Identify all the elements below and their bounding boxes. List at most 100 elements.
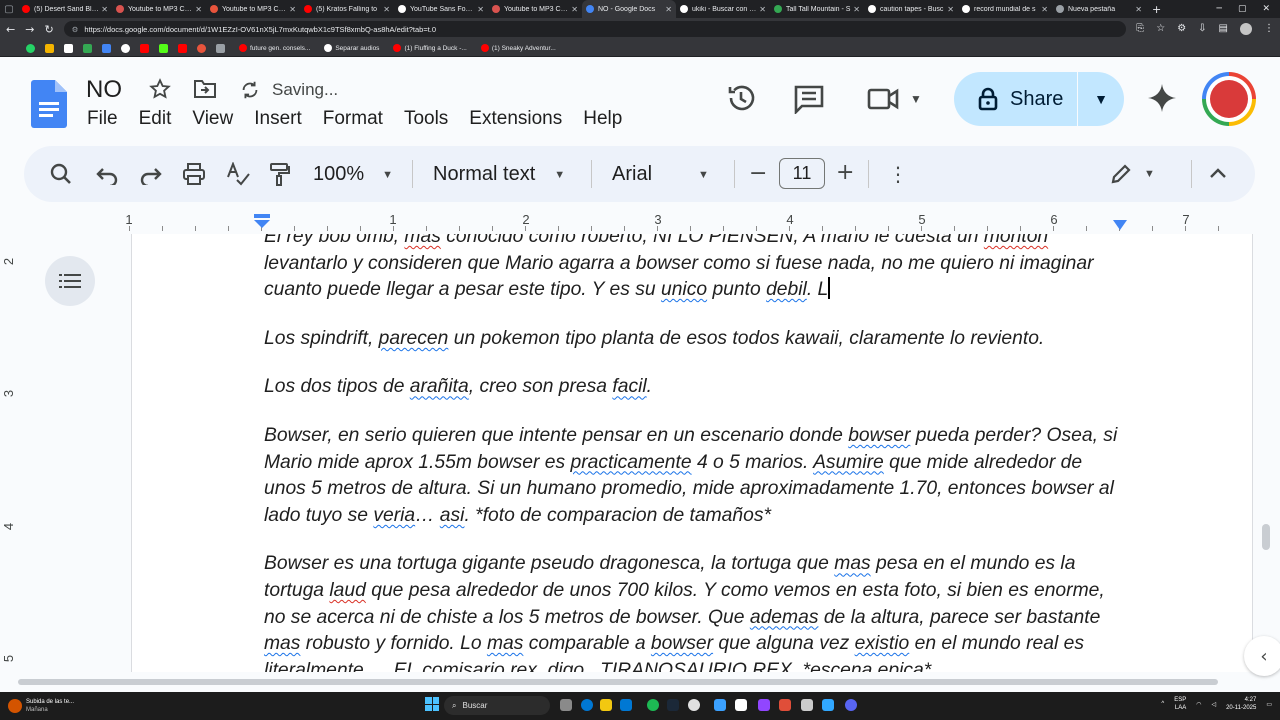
paragraph[interactable]: Los spindrift, parecen un pokemon tipo p… — [264, 326, 1124, 353]
tab-close-icon[interactable]: ✕ — [383, 5, 390, 14]
font-family-select[interactable]: Arial ▼ — [612, 163, 709, 186]
star-bookmark-icon[interactable] — [45, 43, 54, 53]
tab-close-icon[interactable]: ✕ — [853, 5, 860, 14]
menu-format[interactable]: Format — [323, 108, 383, 130]
spotify-icon[interactable] — [647, 699, 659, 711]
misspelled-word[interactable]: debil — [766, 279, 807, 300]
capcut-icon[interactable] — [735, 699, 747, 711]
spellcheck-icon[interactable] — [226, 162, 250, 186]
star-icon[interactable] — [149, 78, 171, 100]
chrome-icon[interactable] — [688, 699, 700, 711]
window-menu-icon[interactable]: ▢ — [0, 0, 18, 18]
misspelled-word[interactable]: existio — [855, 633, 910, 654]
maximize-icon[interactable]: ▢ — [1238, 4, 1247, 14]
cast-icon[interactable]: ⎘ — [1136, 23, 1144, 35]
more-options-icon[interactable]: ⋮ — [888, 162, 908, 186]
font-size-input[interactable]: 11 — [779, 158, 825, 189]
docs-bookmark-icon[interactable] — [102, 43, 111, 53]
bookmark-item[interactable]: (1) Fluffing a Duck -... — [393, 44, 467, 52]
converter-bookmark-icon[interactable] — [197, 43, 206, 53]
notifications-icon[interactable]: ▭ — [1266, 701, 1272, 708]
tab-close-icon[interactable]: ✕ — [1041, 5, 1048, 14]
misspelled-word[interactable]: bowser — [848, 425, 910, 446]
forward-icon[interactable]: → — [25, 23, 34, 36]
task-view-icon[interactable] — [560, 699, 572, 711]
horizontal-ruler[interactable]: 1 1 2 3 4 5 6 7 — [0, 206, 1280, 234]
steam-icon[interactable] — [667, 699, 679, 711]
misspelled-word[interactable]: bowser — [651, 633, 713, 654]
tray-chevron-icon[interactable]: ^ — [1161, 701, 1164, 707]
document-title[interactable]: NO — [86, 76, 122, 104]
redo-icon[interactable] — [140, 165, 162, 185]
browser-profile-avatar[interactable] — [1240, 23, 1252, 35]
version-history-icon[interactable] — [725, 82, 757, 114]
user-avatar[interactable] — [1202, 72, 1256, 126]
misspelled-word[interactable]: unico — [661, 279, 707, 300]
misspelled-word[interactable]: mas — [834, 553, 870, 574]
vertical-scroll-thumb[interactable] — [1262, 524, 1270, 550]
menu-insert[interactable]: Insert — [254, 108, 302, 130]
editing-mode-caret-icon[interactable]: ▼ — [1144, 168, 1155, 180]
meet-caret-icon[interactable]: ▼ — [910, 92, 922, 106]
app-icon[interactable] — [779, 699, 791, 711]
docs-logo-icon[interactable] — [31, 80, 67, 128]
paragraph[interactable]: Bowser, en serio quieren que intente pen… — [264, 423, 1124, 529]
reload-icon[interactable]: ↻ — [44, 23, 53, 36]
misspelled-word[interactable]: veria — [373, 505, 415, 526]
paragraph[interactable]: Los dos tipos de arañita, creo son presa… — [264, 374, 1124, 401]
document-page[interactable]: El rey bob omb, mas conocido como robert… — [131, 234, 1253, 672]
browser-tab[interactable]: (5) Desert Sand Blow ✕ — [18, 0, 112, 18]
editing-mode-pencil-icon[interactable] — [1110, 163, 1132, 185]
menu-help[interactable]: Help — [583, 108, 622, 130]
new-tab-icon[interactable]: + — [1152, 3, 1161, 16]
paint-format-icon[interactable] — [268, 162, 290, 186]
browser-tab[interactable]: ukiki - Buscar con Go ✕ — [676, 0, 770, 18]
weather-widget[interactable]: Subida de las te... Mañana — [0, 698, 200, 714]
url-input[interactable]: ⚙ https://docs.google.com/document/d/1W1… — [63, 21, 1127, 37]
hide-menus-chevron-up-icon[interactable] — [1209, 167, 1227, 179]
discord-icon[interactable] — [845, 699, 857, 711]
edge-icon[interactable] — [581, 699, 593, 711]
browser-tab[interactable]: YouTube Sans Font F ✕ — [394, 0, 488, 18]
side-panel-toggle-chevron-icon[interactable]: ‹ — [1244, 636, 1280, 676]
bookmark-item[interactable]: future gen. consels... — [239, 44, 310, 52]
print-icon[interactable] — [182, 163, 206, 185]
tab-close-icon[interactable]: ✕ — [571, 5, 578, 14]
misspelled-word[interactable]: practicamente — [571, 452, 692, 473]
kick-icon[interactable] — [159, 43, 168, 53]
game-bookmark-icon[interactable] — [216, 43, 225, 53]
browser-tab[interactable]: NO - Google Docs ✕ — [582, 0, 676, 18]
left-indent-marker[interactable] — [254, 214, 270, 228]
browser-tab[interactable]: (5) Kratos Falling to ✕ — [300, 0, 394, 18]
misspelled-word[interactable]: asi — [440, 505, 465, 526]
menu-extensions[interactable]: Extensions — [469, 108, 562, 130]
volume-icon[interactable]: ◁ — [1211, 701, 1216, 708]
document-outline-button[interactable] — [45, 256, 95, 306]
cloud-sync-icon[interactable] — [239, 79, 261, 101]
horizontal-scrollbar[interactable] — [18, 676, 1221, 688]
close-window-icon[interactable]: ✕ — [1262, 4, 1270, 14]
zoom-select[interactable]: 100% ▼ — [313, 163, 393, 186]
extensions-icon[interactable]: ⚙ — [1177, 23, 1186, 35]
menu-file[interactable]: File — [87, 108, 118, 130]
site-info-icon[interactable]: ⚙ — [72, 25, 79, 34]
browser-tab[interactable]: Youtube to MP3 Conv ✕ — [112, 0, 206, 18]
misspelled-word[interactable]: Asumire — [813, 452, 884, 473]
file-explorer-icon[interactable] — [600, 699, 612, 711]
tab-close-icon[interactable]: ✕ — [101, 5, 108, 14]
globe-bookmark-icon[interactable] — [64, 43, 73, 53]
github-icon[interactable] — [121, 43, 130, 53]
horizontal-scroll-thumb[interactable] — [18, 679, 1218, 685]
meet-video-icon[interactable] — [867, 87, 899, 111]
browser-tab[interactable]: record mundial de s ✕ — [958, 0, 1052, 18]
move-folder-icon[interactable] — [193, 79, 217, 99]
misspelled-word[interactable]: parecen — [379, 328, 449, 349]
right-indent-marker[interactable] — [1113, 220, 1127, 230]
browser-tab[interactable]: Youtube to MP3 Conv ✕ — [488, 0, 582, 18]
document-body[interactable]: El rey bob omb, mas conocido como robert… — [264, 234, 1124, 672]
tab-close-icon[interactable]: ✕ — [665, 5, 672, 14]
undo-icon[interactable] — [96, 165, 118, 185]
whatsapp-icon[interactable] — [26, 43, 35, 53]
bookmark-item[interactable]: (1) Sneaky Adventur... — [480, 44, 556, 52]
tab-close-icon[interactable]: ✕ — [759, 5, 766, 14]
